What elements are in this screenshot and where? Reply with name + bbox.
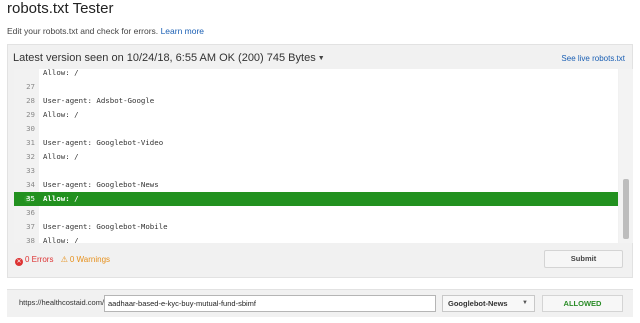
line-number: 30 bbox=[26, 124, 35, 133]
line-number: 31 bbox=[26, 138, 35, 147]
url-prefix: https://healthcostaid.com/ bbox=[19, 298, 105, 307]
editor-panel: Latest version seen on 10/24/18, 6:55 AM… bbox=[7, 44, 633, 278]
status-row: ✕ 0 Errors ⚠ 0 Warnings bbox=[15, 255, 110, 266]
code-line[interactable]: 30 bbox=[14, 122, 618, 136]
code-line[interactable]: ✓ 35 Allow: / bbox=[14, 192, 618, 206]
user-agent-select[interactable]: Googlebot-News ▼ bbox=[442, 295, 535, 312]
code-line[interactable]: Allow: / bbox=[14, 69, 618, 80]
code-line[interactable]: 27 bbox=[14, 80, 618, 94]
robots-editor[interactable]: Allow: / 27 28 User-agent: Adsbot-Google 29 A… bbox=[14, 69, 618, 243]
version-label: Latest version seen on 10/24/18, 6:55 AM… bbox=[13, 52, 316, 64]
error-icon: ✕ bbox=[15, 258, 23, 266]
line-text: Allow: / bbox=[43, 69, 79, 77]
line-number: 37 bbox=[26, 222, 35, 231]
line-text: User-agent: Googlebot-News bbox=[43, 180, 159, 189]
errors-count: ✕ 0 Errors bbox=[15, 255, 54, 266]
line-number: 28 bbox=[26, 96, 35, 105]
code-line[interactable]: 31 User-agent: Googlebot-Video bbox=[14, 136, 618, 150]
submit-button[interactable]: Submit bbox=[544, 250, 623, 268]
warnings-count: ⚠ 0 Warnings bbox=[61, 255, 110, 264]
learn-more-link[interactable]: Learn more bbox=[161, 26, 204, 36]
line-text: User-agent: Googlebot-Mobile bbox=[43, 222, 168, 231]
caret-down-icon: ▼ bbox=[317, 55, 325, 62]
dropdown-arrow-icon: ▼ bbox=[522, 300, 528, 306]
see-live-robots-link[interactable]: See live robots.txt bbox=[561, 54, 625, 63]
line-number: 35 bbox=[26, 194, 35, 203]
line-text: Allow: / bbox=[43, 152, 79, 161]
line-number: 38 bbox=[26, 236, 35, 243]
version-dropdown[interactable]: Latest version seen on 10/24/18, 6:55 AM… bbox=[13, 52, 325, 64]
code-line[interactable]: 34 User-agent: Googlebot-News bbox=[14, 178, 618, 192]
url-tester-panel: https://healthcostaid.com/ aadhaar-based… bbox=[7, 289, 633, 317]
line-text: Allow: / bbox=[43, 236, 79, 243]
line-text: Allow: / bbox=[43, 194, 79, 203]
scrollbar-thumb[interactable] bbox=[623, 179, 629, 239]
allowed-result-badge: ALLOWED bbox=[542, 295, 623, 312]
page-title: robots.txt Tester bbox=[7, 0, 114, 17]
code-line[interactable]: 38 Allow: / bbox=[14, 234, 618, 243]
line-number: 27 bbox=[26, 82, 35, 91]
code-line[interactable]: 37 User-agent: Googlebot-Mobile bbox=[14, 220, 618, 234]
line-text: Allow: / bbox=[43, 110, 79, 119]
code-line[interactable]: 33 bbox=[14, 164, 618, 178]
user-agent-value: Googlebot-News bbox=[448, 299, 508, 308]
warnings-label: 0 Warnings bbox=[69, 255, 111, 264]
line-number: 32 bbox=[26, 152, 35, 161]
url-path-input[interactable]: aadhaar-based-e-kyc-buy-mutual-fund-sbim… bbox=[104, 295, 436, 312]
code-line[interactable]: 32 Allow: / bbox=[14, 150, 618, 164]
line-number: 36 bbox=[26, 208, 35, 217]
warning-icon: ⚠ bbox=[60, 255, 68, 264]
editor-scrollbar[interactable] bbox=[619, 69, 633, 243]
errors-label: 0 Errors bbox=[25, 255, 54, 264]
line-number: 34 bbox=[26, 180, 35, 189]
code-line[interactable]: 36 bbox=[14, 206, 618, 220]
line-number: 33 bbox=[26, 166, 35, 175]
subtitle-text: Edit your robots.txt and check for error… bbox=[7, 26, 159, 36]
page-subtitle: Edit your robots.txt and check for error… bbox=[7, 26, 204, 36]
line-text: User-agent: Adsbot-Google bbox=[43, 96, 155, 105]
line-number: 29 bbox=[26, 110, 35, 119]
code-line[interactable]: 28 User-agent: Adsbot-Google bbox=[14, 94, 618, 108]
line-text: User-agent: Googlebot-Video bbox=[43, 138, 164, 147]
code-line[interactable]: 29 Allow: / bbox=[14, 108, 618, 122]
